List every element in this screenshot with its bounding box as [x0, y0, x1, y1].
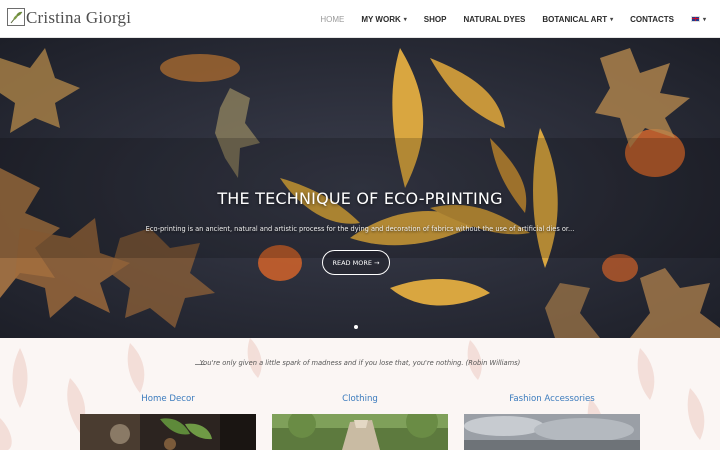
slider-dot-active[interactable]	[354, 325, 358, 329]
intro-section: You're only given a little spark of madn…	[0, 338, 720, 450]
category-title-home-decor[interactable]: Home Decor	[80, 394, 256, 404]
chevron-down-icon: ▾	[702, 16, 706, 23]
nav-item-label: MY WORK	[361, 14, 401, 24]
nav-item-my-work[interactable]: MY WORK ▾	[361, 15, 406, 24]
language-selector[interactable]: ▾	[690, 16, 706, 23]
uk-flag-icon	[690, 16, 700, 22]
leaf-logo-icon	[7, 8, 25, 26]
nav-item-label: SHOP	[423, 14, 447, 24]
nav-item-natural-dyes[interactable]: NATURAL DYES	[463, 15, 525, 24]
site-name: Cristina Giorgi	[26, 8, 132, 27]
nav-item-shop[interactable]: SHOP	[424, 15, 447, 24]
nav-item-botanical-art[interactable]: BOTANICAL ART ▾	[542, 15, 613, 24]
category-title-fashion-accessories[interactable]: Fashion Accessories	[464, 394, 640, 404]
nav-item-label: NATURAL DYES	[463, 14, 526, 24]
chevron-down-icon: ▾	[610, 16, 614, 23]
category-title-clothing[interactable]: Clothing	[272, 394, 448, 404]
hero-description: Eco-printing is an ancient, natural and …	[145, 225, 575, 233]
nav-item-label: HOME	[320, 14, 345, 24]
site-header: Cristina Giorgi HOME MY WORK ▾ SHOP NATU…	[0, 0, 720, 38]
quote-text: You're only given a little spark of madn…	[199, 359, 521, 367]
nav-item-home[interactable]: HOME	[320, 15, 344, 24]
nav-item-contacts[interactable]: CONTACTS	[630, 15, 674, 24]
eco-print-fabric-image	[0, 38, 720, 338]
site-logo[interactable]: Cristina Giorgi	[7, 4, 131, 32]
chevron-down-icon: ▾	[403, 16, 407, 23]
category-image-fashion-accessories[interactable]	[464, 414, 640, 450]
nav-item-label: BOTANICAL ART	[542, 14, 608, 24]
main-nav: HOME MY WORK ▾ SHOP NATURAL DYES BOTANIC…	[303, 0, 706, 38]
category-image-clothing[interactable]	[272, 414, 448, 450]
read-more-button[interactable]: READ MORE →	[322, 250, 390, 275]
hero-slider: THE TECHNIQUE OF ECO-PRINTING Eco-printi…	[0, 38, 720, 338]
nav-item-label: CONTACTS	[630, 14, 674, 24]
category-image-home-decor[interactable]	[80, 414, 256, 450]
hero-title: THE TECHNIQUE OF ECO-PRINTING	[217, 189, 503, 208]
